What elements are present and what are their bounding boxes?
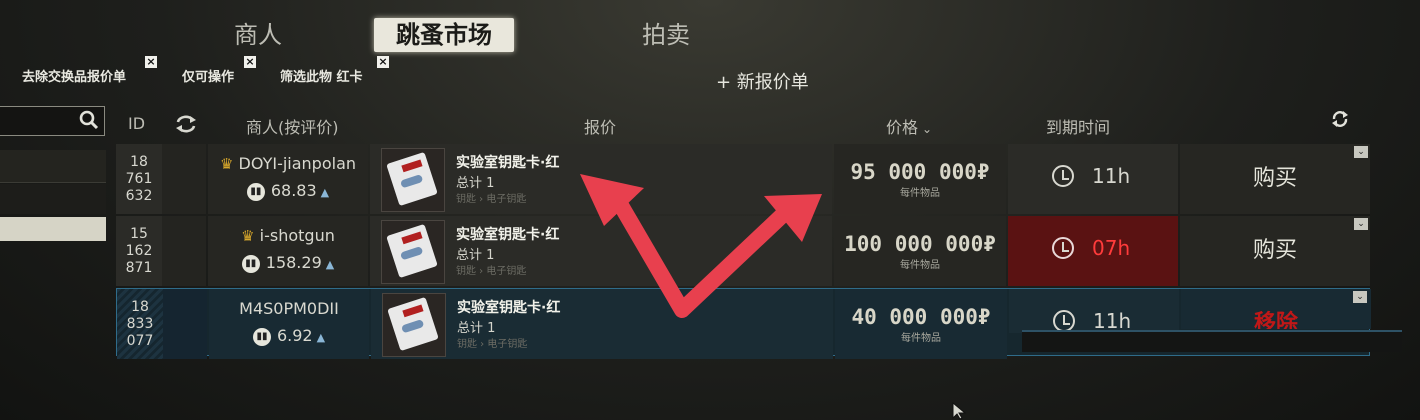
price-unit: 每件物品	[901, 333, 941, 344]
remove-button[interactable]: 移除	[1181, 289, 1371, 329]
offer-id-part: 761	[125, 171, 153, 187]
chevron-down-icon[interactable]: ⌄	[1354, 218, 1368, 230]
column-price[interactable]: 价格 ⌄	[886, 114, 932, 138]
column-expiry[interactable]: 到期时间	[1046, 114, 1110, 138]
mouse-cursor-icon	[952, 402, 967, 420]
item-name: 实验室钥匙卡·红	[456, 155, 560, 171]
price-value: 40 000 000₽	[851, 305, 991, 329]
new-offer-button[interactable]: + 新报价单	[716, 68, 809, 94]
filter-operable-only: 仅可操作	[182, 70, 235, 85]
row-spacer	[162, 144, 206, 214]
sidebar-item[interactable]	[0, 150, 106, 183]
column-id[interactable]: ID	[128, 114, 145, 133]
tab-flea-market[interactable]: 跳蚤市场	[374, 18, 514, 52]
item-thumbnail[interactable]	[381, 220, 445, 284]
offer-id-part: 15	[130, 226, 148, 242]
column-price-label: 价格	[886, 118, 919, 137]
chevron-down-icon[interactable]: ⌄	[1354, 146, 1368, 158]
clock-icon	[1053, 310, 1075, 332]
item-thumbnail[interactable]	[381, 148, 445, 212]
overlay-panel	[1022, 330, 1402, 352]
item-thumbnail[interactable]	[382, 293, 446, 357]
rating-badge-icon: ▮▮	[252, 327, 271, 346]
trader-cell[interactable]: M4S0PM0DII ▮▮ 6.92 ▲	[209, 289, 369, 359]
sidebar-item-selected[interactable]	[0, 217, 106, 241]
item-total: 总计 1	[456, 248, 495, 263]
price-unit: 每件物品	[900, 188, 940, 199]
offer-id-part: 632	[125, 188, 153, 204]
expiry-cell: 07h	[1008, 216, 1178, 286]
offer-id-part: 162	[125, 243, 153, 259]
offer-id: 15 162 871	[116, 216, 162, 286]
rating-up-icon: ▲	[316, 331, 326, 344]
refresh-icon[interactable]	[1331, 110, 1349, 132]
trader-name[interactable]: DOYI-jianpolan	[239, 154, 356, 173]
offer-id-part: 871	[125, 260, 153, 276]
row-spacer	[162, 216, 206, 286]
trader-cell[interactable]: ♛ i-shotgun ▮▮ 158.29 ▲	[208, 216, 368, 286]
rating-badge-icon: ▮▮	[246, 182, 265, 201]
filter-this-item: 筛选此物 红卡	[280, 70, 363, 85]
expiry-cell: 11h	[1009, 289, 1179, 333]
trader-rating: 158.29	[265, 253, 322, 272]
rating-up-icon: ▲	[325, 258, 335, 271]
trader-rating: 6.92	[276, 326, 313, 345]
crown-icon: ♛	[219, 155, 234, 173]
close-icon[interactable]: ×	[145, 56, 157, 68]
item-name: 实验室钥匙卡·红	[456, 227, 560, 243]
rating-badge-icon: ▮▮	[241, 254, 260, 273]
offer-id-part: 833	[126, 316, 154, 332]
clock-icon	[1052, 237, 1074, 259]
column-trader[interactable]: 商人(按评价)	[246, 114, 339, 138]
tab-auction[interactable]: 拍卖	[642, 18, 690, 52]
chevron-down-icon[interactable]: ⌄	[1353, 291, 1367, 303]
trader-name[interactable]: M4S0PM0DII	[209, 299, 369, 318]
price-value: 95 000 000₽	[850, 160, 990, 184]
chevron-down-icon: ⌄	[922, 122, 933, 136]
offer-id-part: 18	[131, 299, 149, 315]
column-offer: 报价	[584, 118, 617, 137]
tab-traders[interactable]: 商人	[234, 18, 282, 52]
offer-id-part: 18	[130, 154, 148, 170]
price-value: 100 000 000₽	[844, 232, 996, 256]
keycard-icon	[387, 296, 439, 352]
item-total: 总计 1	[456, 176, 495, 191]
row-spacer	[163, 289, 207, 359]
annotation-arrows-icon	[580, 174, 822, 318]
expiry-time: 07h	[1092, 236, 1131, 260]
item-name: 实验室钥匙卡·红	[457, 300, 561, 316]
price-unit: 每件物品	[900, 260, 940, 271]
expiry-time: 11h	[1092, 164, 1131, 188]
price-cell: 40 000 000₽ 每件物品	[835, 289, 1007, 359]
sidebar-item[interactable]	[0, 184, 106, 214]
close-icon[interactable]: ×	[377, 56, 389, 68]
search-icon[interactable]	[78, 109, 100, 135]
filter-remove-barter: 去除交换品报价单	[22, 70, 127, 85]
offer-id: 18 761 632	[116, 144, 162, 214]
keycard-icon	[386, 151, 438, 207]
item-category-path: 钥匙 › 电子钥匙	[456, 266, 527, 277]
item-category-path: 钥匙 › 电子钥匙	[457, 339, 528, 350]
keycard-icon	[386, 223, 438, 279]
price-cell: 100 000 000₽ 每件物品	[834, 216, 1006, 286]
swap-arrows-icon[interactable]	[175, 114, 197, 138]
crown-icon: ♛	[241, 227, 255, 245]
close-icon[interactable]: ×	[244, 56, 256, 68]
trader-cell[interactable]: ♛ DOYI-jianpolan ▮▮ 68.83 ▲	[208, 144, 368, 214]
offer-id: 18 833 077	[117, 289, 163, 359]
trader-rating: 68.83	[270, 181, 317, 200]
price-cell: 95 000 000₽ 每件物品	[834, 144, 1006, 214]
expiry-cell: 11h	[1008, 144, 1178, 214]
buy-button[interactable]: 购买	[1180, 144, 1370, 214]
rating-up-icon: ▲	[320, 186, 330, 199]
buy-button[interactable]: 购买	[1180, 216, 1370, 286]
trader-name[interactable]: i-shotgun	[260, 226, 335, 245]
offer-id-part: 077	[126, 333, 154, 349]
clock-icon	[1052, 165, 1074, 187]
item-category-path: 钥匙 › 电子钥匙	[456, 194, 527, 205]
item-total: 总计 1	[457, 321, 496, 336]
